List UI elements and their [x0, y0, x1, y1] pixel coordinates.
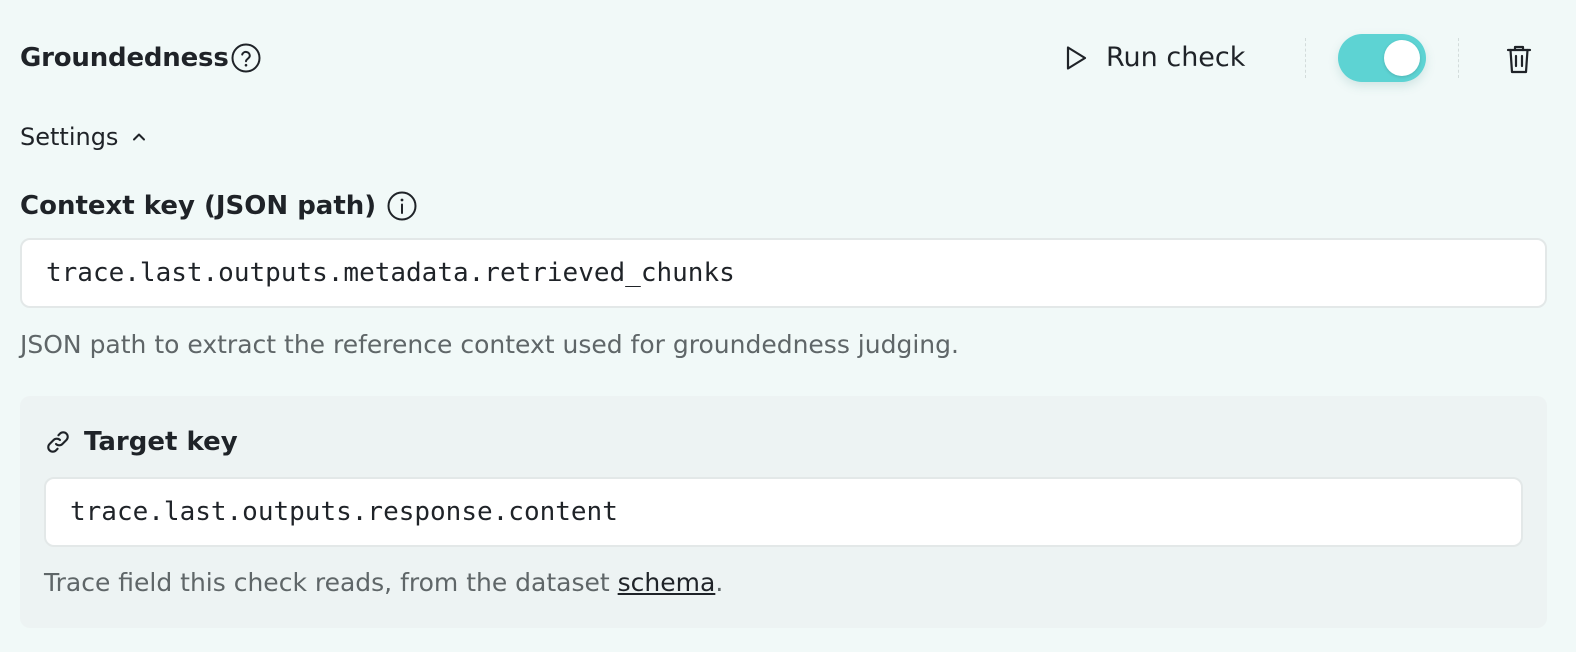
target-key-label: Target key	[84, 427, 238, 457]
check-title: Groundedness	[20, 43, 229, 73]
target-key-help-text: Trace field this check reads, from the d…	[44, 564, 723, 602]
play-icon	[1060, 42, 1092, 74]
divider	[1305, 38, 1306, 78]
chevron-up-icon	[128, 126, 150, 148]
link-icon	[44, 428, 72, 456]
context-key-input[interactable]: trace.last.outputs.metadata.retrieved_ch…	[20, 238, 1547, 308]
enable-toggle[interactable]	[1338, 34, 1426, 82]
info-circle-icon[interactable]	[386, 190, 418, 222]
context-key-label: Context key (JSON path)	[20, 191, 377, 221]
trash-icon[interactable]	[1500, 40, 1538, 78]
settings-toggle[interactable]: Settings	[20, 120, 150, 154]
run-check-button[interactable]: Run check	[1060, 36, 1245, 80]
toggle-knob	[1384, 40, 1420, 76]
question-circle-icon[interactable]	[230, 42, 262, 74]
target-key-input[interactable]: trace.last.outputs.response.content	[44, 477, 1523, 547]
target-key-label-row: Target key	[44, 424, 238, 460]
settings-label: Settings	[20, 123, 119, 151]
schema-link[interactable]: schema	[618, 568, 716, 597]
context-key-help-text: JSON path to extract the reference conte…	[20, 330, 959, 359]
divider	[1458, 38, 1459, 78]
target-key-help-suffix: .	[715, 568, 724, 597]
context-key-label-row: Context key (JSON path)	[20, 188, 418, 224]
run-check-label: Run check	[1106, 42, 1246, 73]
target-key-help-prefix: Trace field this check reads, from the d…	[44, 568, 618, 597]
